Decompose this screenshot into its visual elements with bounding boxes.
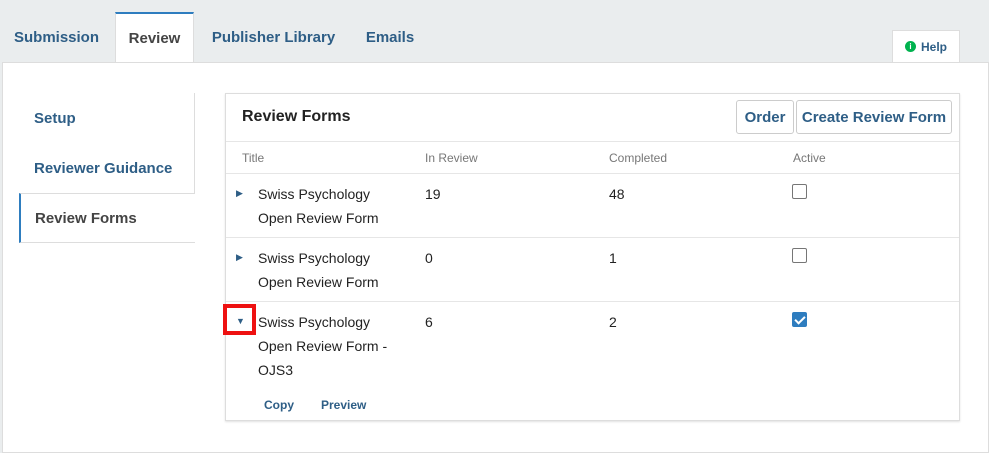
side-nav-setup[interactable]: Setup — [19, 93, 195, 143]
table-row-completed: 2 — [609, 314, 617, 330]
preview-link[interactable]: Preview — [321, 398, 366, 412]
help-label: Help — [920, 39, 947, 54]
create-review-form-button[interactable]: Create Review Form — [796, 100, 952, 134]
side-nav-review-forms[interactable]: Review Forms — [19, 193, 195, 243]
column-header-title: Title — [242, 151, 265, 165]
side-nav: Setup Reviewer Guidance Review Forms — [19, 93, 195, 243]
side-nav-reviewer-guidance[interactable]: Reviewer Guidance — [19, 143, 195, 193]
expand-arrow-icon[interactable]: ▶ — [236, 188, 246, 198]
help-button[interactable]: i Help — [892, 30, 960, 62]
expand-arrow-icon[interactable]: ▶ — [236, 252, 246, 262]
column-header-in-review: In Review — [425, 151, 478, 165]
table-row-title: Swiss Psychology Open Review Form - OJS3 — [258, 314, 388, 378]
table-row-in-review: 0 — [425, 250, 433, 266]
tab-submission[interactable]: Submission — [0, 12, 113, 62]
table-row-in-review: 19 — [425, 186, 441, 202]
order-button[interactable]: Order — [736, 100, 794, 134]
column-header-completed: Completed — [609, 151, 668, 165]
grid-header: Review Forms Order Create Review Form — [226, 94, 959, 142]
table-row-completed: 1 — [609, 250, 617, 266]
table-row-title: Swiss Psychology Open Review Form — [258, 186, 379, 226]
tab-emails[interactable]: Emails — [353, 12, 427, 62]
column-header-active: Active — [793, 151, 826, 165]
highlight-box — [223, 304, 256, 335]
tab-review[interactable]: Review — [115, 12, 194, 63]
row-divider — [226, 301, 959, 302]
header-divider — [226, 173, 959, 174]
table-row-title: Swiss Psychology Open Review Form — [258, 250, 379, 290]
active-checkbox-checked[interactable] — [792, 312, 807, 327]
row-divider — [226, 237, 959, 238]
review-forms-grid: Review Forms Order Create Review Form Ti… — [225, 93, 960, 421]
copy-link[interactable]: Copy — [264, 398, 294, 412]
info-icon: i — [904, 41, 916, 52]
top-tab-bar: Submission Review Publisher Library Emai… — [0, 0, 989, 63]
active-checkbox[interactable] — [792, 184, 807, 199]
table-row-in-review: 6 — [425, 314, 433, 330]
table-row-completed: 48 — [609, 186, 625, 202]
tab-publisher-library[interactable]: Publisher Library — [196, 12, 351, 62]
grid-title: Review Forms — [242, 108, 351, 125]
active-checkbox[interactable] — [792, 248, 807, 263]
